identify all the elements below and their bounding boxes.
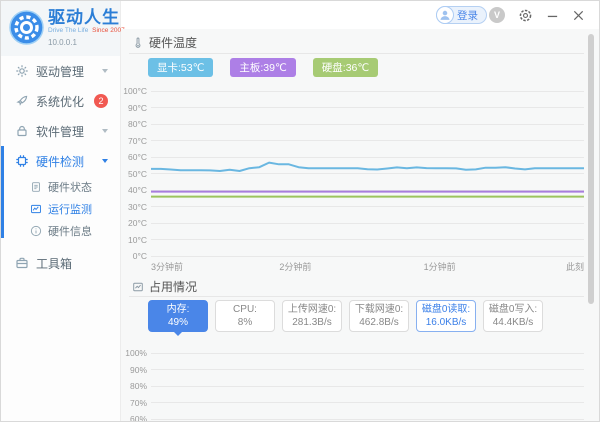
usage-button-cpu[interactable]: CPU: 8% [215,300,275,332]
sidebar-subitem-running-monitor[interactable]: 运行监测 [1,198,120,220]
gear-icon [15,64,29,78]
login-button[interactable]: 登录 [436,6,487,24]
avatar [436,6,454,24]
sidebar-item-label: 工具箱 [36,255,110,272]
divider [129,296,584,297]
temperature-section-header: 硬件温度 [132,34,197,51]
thermometer-icon [132,37,144,49]
usage-button-label: 磁盘0读取: [422,303,470,316]
app-version: 10.0.0.1 [48,39,125,47]
sidebar-subitem-hardware-status[interactable]: 硬件状态 [1,176,120,198]
sidebar: 驱动人生 Drive The Life Since 2007 10.0.0.1 … [1,1,121,421]
temp-chart-xlabels: 3分钟前2分钟前1分钟前此刻 [151,260,584,272]
app-logo-text: 驱动人生 Drive The Life Since 2007 10.0.0.1 [48,9,125,47]
titlebar: 登录 V [121,1,599,29]
info-icon [30,225,42,237]
temp-badge-1[interactable]: 主板:39℃ [230,58,295,77]
usage-button-value: 281.3B/s [292,316,331,329]
sidebar-subitem-hardware-info[interactable]: 硬件信息 [1,220,120,242]
sidebar-item-label: 软件管理 [36,123,102,140]
selected-pointer [173,331,183,336]
usage-chart-icon [132,281,144,293]
usage-button-value: 44.4KB/s [493,316,534,329]
usage-button-value: 462.8B/s [359,316,398,329]
sidebar-item-label: 硬件检测 [36,153,102,170]
lock-icon [15,124,29,138]
temp-badge-0[interactable]: 显卡:53℃ [148,58,213,77]
toolbox-icon [15,256,29,270]
active-section-indicator [1,146,4,238]
chevron-down-icon [102,69,108,73]
usage-button-upload[interactable]: 上传网速0: 281.3B/s [282,300,342,332]
sidebar-item-label: 驱动管理 [36,63,102,80]
usage-button-label: 内存: [167,303,190,316]
usage-button-disk-write[interactable]: 磁盘0写入: 44.4KB/s [483,300,543,332]
minimize-icon[interactable] [546,9,559,22]
main-area: 登录 V 硬件温度 显卡:53℃ [121,1,599,421]
divider [129,53,584,54]
usage-button-label: 下载网速0: [355,303,403,316]
monitor-content: 硬件温度 显卡:53℃ 主板:39℃ 硬盘:36℃ 100°C90°C80°C7… [121,29,599,421]
sidebar-item-software-management[interactable]: 软件管理 [1,116,120,146]
chip-icon [15,154,29,168]
sidebar-nav: 驱动管理 系统优化 2 软件管理 硬 [1,56,120,278]
usage-button-value: 8% [238,316,252,329]
app-since: Since 2007 [92,27,125,34]
usage-button-label: 磁盘0写入: [489,303,537,316]
sidebar-subitem-label: 运行监测 [48,201,120,217]
app-logo-icon [8,9,45,46]
chevron-down-icon [102,129,108,133]
temp-badge-2[interactable]: 硬盘:36℃ [313,58,378,77]
usage-section-title: 占用情况 [149,278,197,295]
vertical-scrollbar[interactable] [588,34,594,304]
usage-button-download[interactable]: 下载网速0: 462.8B/s [349,300,409,332]
chevron-down-icon [102,159,108,163]
usage-button-disk-read[interactable]: 磁盘0读取: 16.0KB/s [416,300,476,332]
notification-badge: 2 [94,94,108,108]
line-chart-icon [30,203,42,215]
usage-button-value: 16.0KB/s [426,316,467,329]
login-label: 登录 [457,8,478,23]
sidebar-item-driver-management[interactable]: 驱动管理 [1,56,120,86]
document-icon [30,181,42,193]
close-icon[interactable] [572,9,585,22]
app-name: 驱动人生 [48,9,125,26]
sidebar-item-label: 系统优化 [36,93,94,110]
vip-badge-icon[interactable]: V [489,7,505,23]
settings-gear-icon[interactable] [518,8,533,23]
app-tagline: Drive The Life [48,27,88,34]
sidebar-item-hardware-detection[interactable]: 硬件检测 [1,146,120,176]
sidebar-subitem-label: 硬件状态 [48,179,120,195]
usage-section-header: 占用情况 [132,278,197,295]
usage-button-memory[interactable]: 内存: 49% [148,300,208,332]
rocket-icon [15,94,29,108]
usage-buttons: 内存: 49% CPU: 8% 上传网速0: 281.3B/s 下载网速0: 4… [148,300,550,332]
app-logo: 驱动人生 Drive The Life Since 2007 10.0.0.1 [1,1,120,56]
temp-chart-plot [151,91,584,256]
usage-button-value: 49% [168,316,188,329]
sidebar-item-system-optimization[interactable]: 系统优化 2 [1,86,120,116]
usage-button-label: CPU: [233,303,257,316]
temperature-section-title: 硬件温度 [149,34,197,51]
sidebar-subitem-label: 硬件信息 [48,223,120,239]
app-window: 驱动人生 Drive The Life Since 2007 10.0.0.1 … [0,0,600,422]
usage-button-label: 上传网速0: [288,303,336,316]
app-tagline-row: Drive The Life Since 2007 [48,28,125,35]
temperature-badges: 显卡:53℃ 主板:39℃ 硬盘:36℃ [148,58,395,77]
sidebar-item-toolbox[interactable]: 工具箱 [1,248,120,278]
